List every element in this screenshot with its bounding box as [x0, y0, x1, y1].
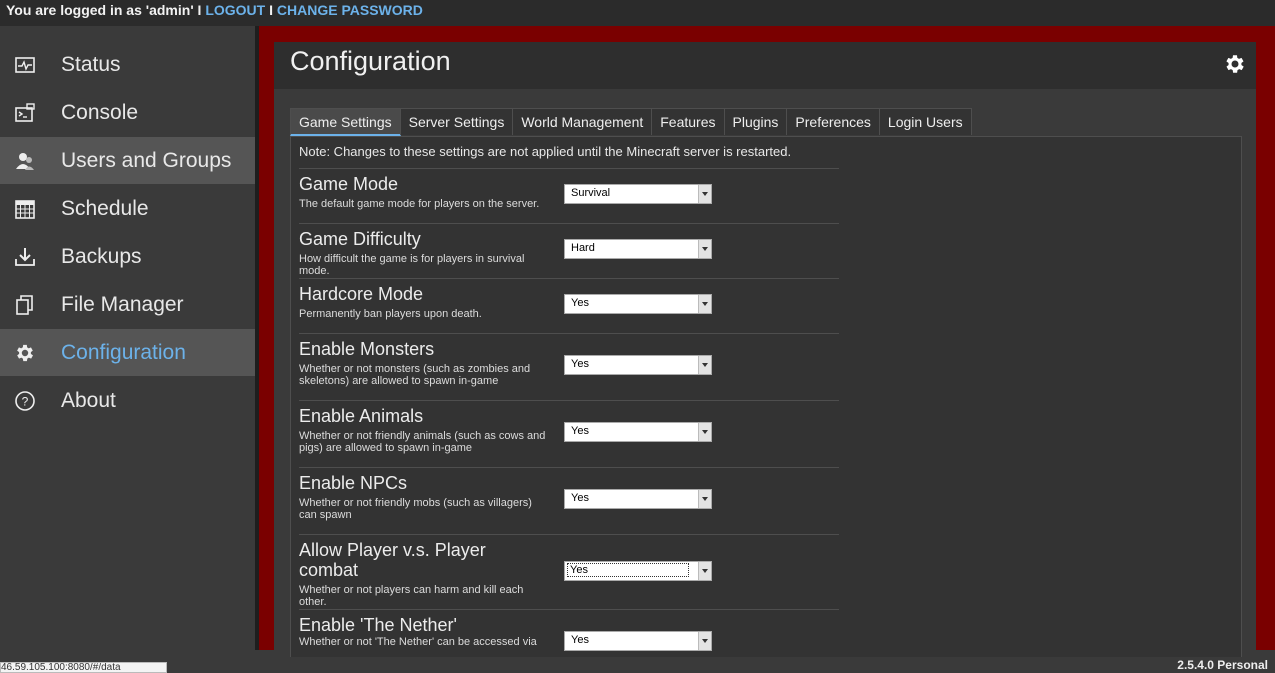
sidebar-item-console[interactable]: Console: [0, 89, 255, 136]
hardcore-mode-select[interactable]: Yes: [564, 294, 712, 314]
setting-hardcore-mode: Hardcore Mode Permanently ban players up…: [299, 278, 839, 333]
sidebar-item-schedule[interactable]: Schedule: [0, 185, 255, 232]
sidebar-item-label: Users and Groups: [61, 148, 232, 172]
gear-icon: [17, 344, 33, 362]
chevron-down-icon: [698, 295, 711, 313]
sidebar-item-label: Schedule: [61, 196, 149, 220]
about-icon: ?: [15, 391, 35, 411]
schedule-icon: [15, 200, 35, 219]
sidebar: Status Console Users and Groups Schedule…: [0, 26, 255, 671]
setting-enable-npcs: Enable NPCs Whether or not friendly mobs…: [299, 467, 839, 534]
sidebar-item-label: Console: [61, 100, 139, 124]
game-difficulty-select[interactable]: Hard: [564, 239, 712, 259]
select-value: Survival: [571, 187, 611, 199]
select-value: Yes: [567, 563, 689, 577]
setting-enable-animals: Enable Animals Whether or not friendly a…: [299, 400, 839, 467]
configuration-panel: Configuration Game Settings Server Setti…: [274, 42, 1256, 657]
enable-monsters-select[interactable]: Yes: [564, 355, 712, 375]
status-icon: [15, 57, 35, 73]
users-icon: [16, 153, 34, 170]
logout-link[interactable]: LOGOUT: [205, 2, 265, 18]
top-bar: You are logged in as 'admin' I LOGOUT I …: [0, 0, 1275, 26]
sidebar-item-label: Backups: [61, 244, 142, 268]
chevron-down-icon: [698, 490, 711, 508]
allow-pvp-select[interactable]: Yes: [564, 561, 712, 581]
setting-enable-monsters: Enable Monsters Whether or not monsters …: [299, 333, 839, 400]
settings-gear-icon[interactable]: [1223, 52, 1247, 76]
sidebar-item-label: Configuration: [61, 340, 186, 364]
tab-login-users[interactable]: Login Users: [878, 108, 972, 135]
chevron-down-icon: [698, 562, 711, 580]
chevron-down-icon: [698, 632, 711, 650]
select-value: Yes: [571, 634, 589, 646]
enable-animals-select[interactable]: Yes: [564, 422, 712, 442]
enable-nether-select[interactable]: Yes: [564, 631, 712, 651]
setting-description: The default game mode for players on the…: [299, 198, 540, 210]
main-frame: Configuration Game Settings Server Setti…: [255, 26, 1275, 657]
select-value: Hard: [571, 242, 595, 254]
select-value: Yes: [571, 425, 589, 437]
status-bar-url: 46.59.105.100:8080/#/data: [0, 662, 167, 673]
chevron-down-icon: [698, 240, 711, 258]
restart-note: Note: Changes to these settings are not …: [299, 144, 792, 159]
select-value: Yes: [571, 492, 589, 504]
logged-in-text: You are logged in as 'admin' I: [6, 2, 202, 18]
chevron-down-icon: [698, 185, 711, 203]
sidebar-item-file-manager[interactable]: File Manager: [0, 281, 255, 328]
setting-description: Permanently ban players upon death.: [299, 308, 482, 320]
select-value: Yes: [571, 358, 589, 370]
page-title: Configuration: [290, 46, 451, 76]
panel-header: Configuration: [274, 42, 1256, 89]
setting-description: How difficult the game is for players in…: [299, 253, 525, 277]
setting-description: Whether or not friendly mobs (such as vi…: [299, 497, 532, 521]
sidebar-item-users-and-groups[interactable]: Users and Groups: [0, 137, 255, 184]
tab-features[interactable]: Features: [651, 108, 725, 135]
tab-world-management[interactable]: World Management: [512, 108, 653, 135]
enable-npcs-select[interactable]: Yes: [564, 489, 712, 509]
tab-server-settings[interactable]: Server Settings: [399, 108, 514, 135]
game-mode-select[interactable]: Survival: [564, 184, 712, 204]
change-password-link[interactable]: CHANGE PASSWORD: [277, 2, 423, 18]
setting-description: Whether or not monsters (such as zombies…: [299, 363, 531, 387]
setting-description: Whether or not friendly animals (such as…: [299, 430, 546, 454]
setting-description: Whether or not players can harm and kill…: [299, 584, 524, 608]
console-icon: [15, 103, 35, 122]
sidebar-item-configuration[interactable]: Configuration: [0, 329, 255, 376]
setting-description: Whether or not 'The Nether' can be acces…: [299, 636, 537, 648]
setting-enable-nether: Enable 'The Nether' Whether or not 'The …: [299, 609, 839, 657]
file-manager-icon: [16, 295, 33, 315]
sidebar-item-status[interactable]: Status: [0, 41, 255, 88]
chevron-down-icon: [698, 356, 711, 374]
sidebar-item-label: File Manager: [61, 292, 184, 316]
svg-text:?: ?: [22, 395, 29, 409]
sidebar-item-label: Status: [61, 52, 121, 76]
tab-game-settings[interactable]: Game Settings: [290, 108, 401, 136]
chevron-down-icon: [698, 423, 711, 441]
setting-game-difficulty: Game Difficulty How difficult the game i…: [299, 223, 839, 278]
setting-allow-pvp: Allow Player v.s. Player combat Whether …: [299, 534, 839, 609]
sidebar-item-label: About: [61, 388, 116, 412]
select-value: Yes: [571, 297, 589, 309]
setting-title: Allow Player v.s. Player combat: [299, 540, 486, 580]
frame-edge: [255, 26, 259, 650]
tab-plugins[interactable]: Plugins: [723, 108, 788, 135]
config-tabs: Game Settings Server Settings World Mana…: [290, 108, 972, 136]
sidebar-item-about[interactable]: ? About: [0, 377, 255, 424]
tab-preferences[interactable]: Preferences: [786, 108, 880, 135]
tab-content: Note: Changes to these settings are not …: [290, 136, 1242, 657]
sidebar-item-backups[interactable]: Backups: [0, 233, 255, 280]
backups-icon: [15, 248, 35, 266]
version-label: 2.5.4.0 Personal: [1177, 658, 1268, 672]
separator: I: [269, 2, 273, 18]
setting-game-mode: Game Mode The default game mode for play…: [299, 168, 839, 223]
